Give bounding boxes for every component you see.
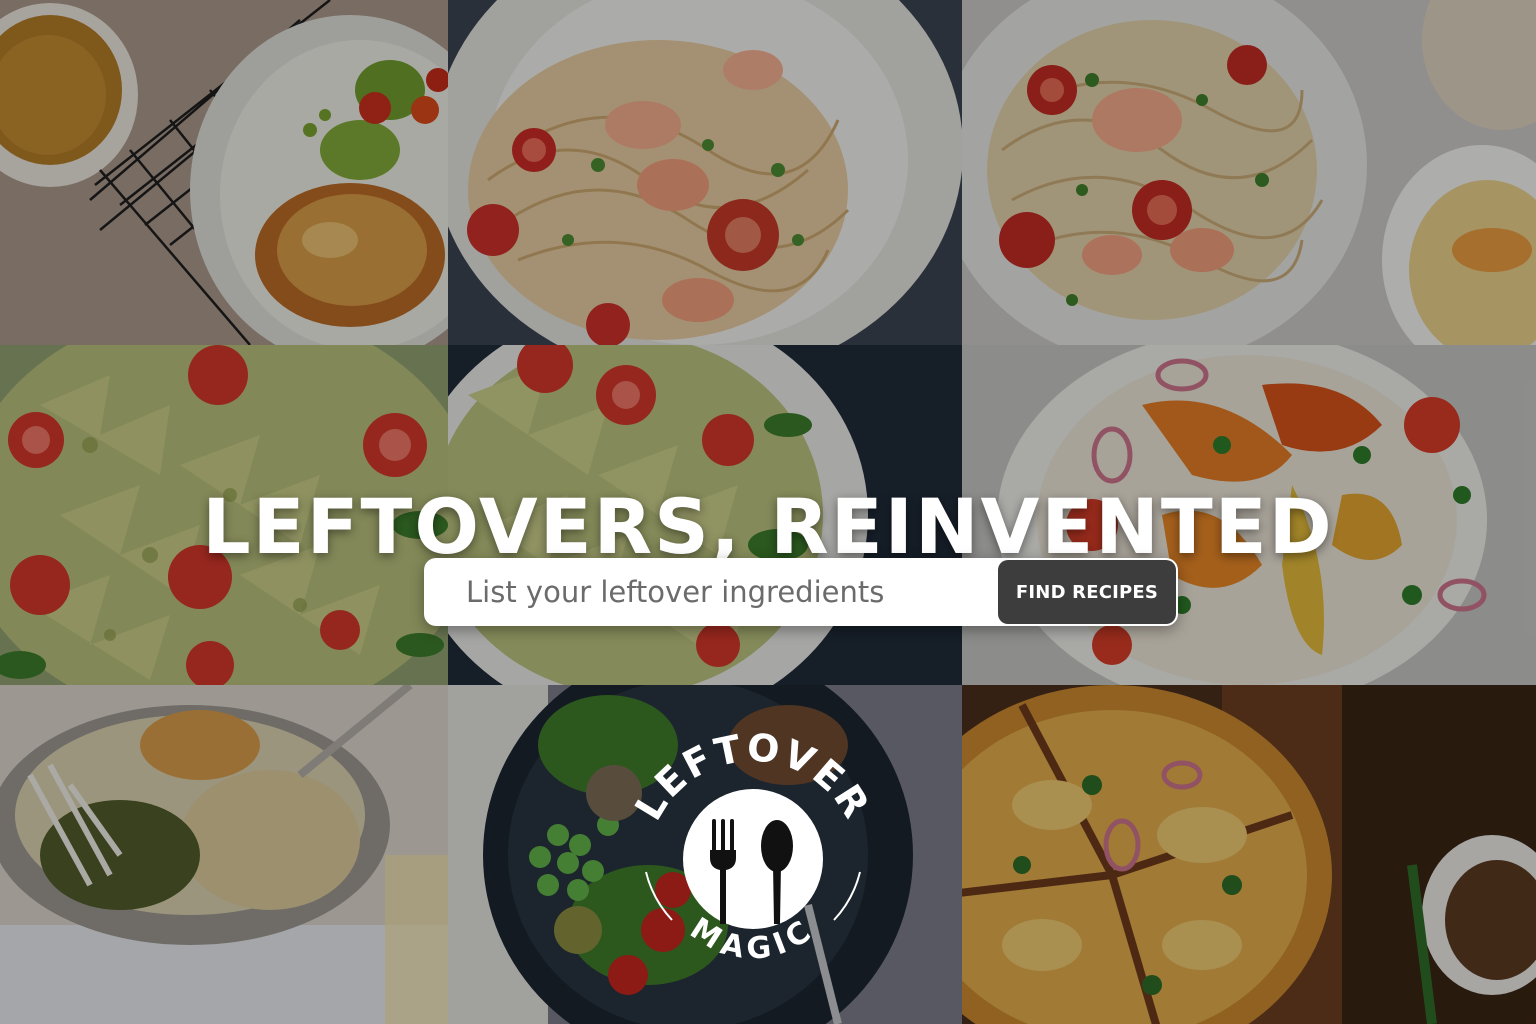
photo-shrimp-pasta-white-plate bbox=[448, 0, 962, 345]
photo-pizza-on-board bbox=[962, 685, 1536, 1024]
shrimp-pasta-bowl-illustration bbox=[962, 0, 1536, 345]
find-recipes-button[interactable]: FIND RECIPES bbox=[998, 560, 1176, 624]
ingredients-search-input[interactable] bbox=[424, 558, 998, 626]
leftover-magic-logo: LEFTOVER MAGIC bbox=[626, 724, 880, 978]
fritter-plate-illustration bbox=[0, 0, 448, 345]
pizza-illustration bbox=[962, 685, 1536, 1024]
search-bar: FIND RECIPES bbox=[424, 558, 1178, 626]
photo-quinoa-grain-bowl bbox=[0, 685, 448, 1024]
grain-bowl-illustration bbox=[0, 685, 448, 1024]
logo-badge bbox=[683, 789, 823, 929]
photo-soup-and-fritter-plate bbox=[0, 0, 448, 345]
shrimp-pasta-illustration bbox=[448, 0, 962, 345]
photo-shrimp-pasta-bowl bbox=[962, 0, 1536, 345]
